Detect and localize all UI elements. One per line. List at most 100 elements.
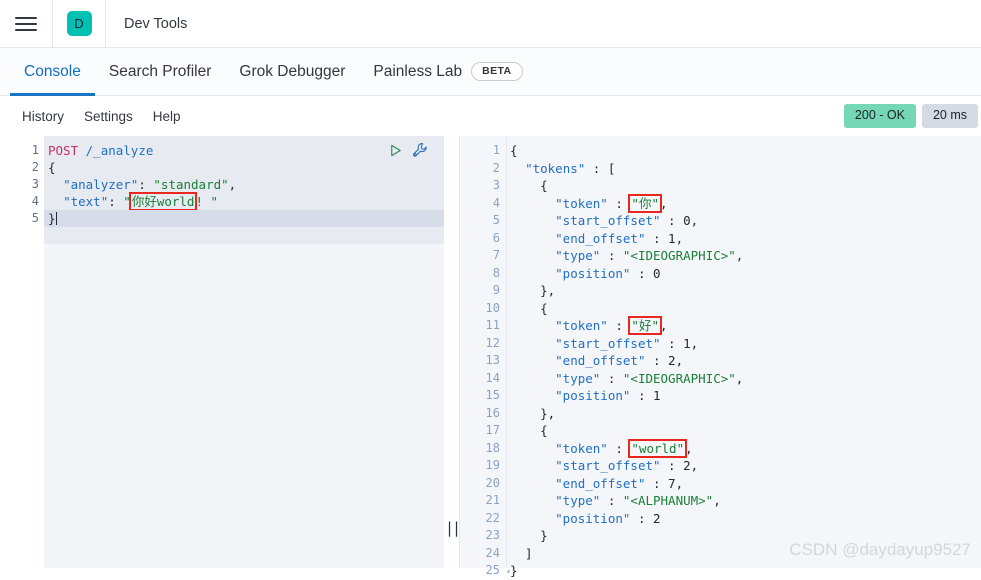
text-key: "text" xyxy=(63,194,109,209)
json-key: "type" xyxy=(555,493,601,508)
page-title: Dev Tools xyxy=(124,15,188,32)
tab-grok-debugger-label: Grok Debugger xyxy=(239,62,346,80)
response-line-number-text: 18 xyxy=(485,440,500,455)
response-line-number-text: 3 xyxy=(492,178,500,192)
response-code-line[interactable]: { xyxy=(506,300,981,318)
app-header: D Dev Tools xyxy=(0,0,981,48)
response-code-line[interactable]: { xyxy=(506,422,981,440)
response-line-number: 18 xyxy=(460,440,506,458)
analyzer-key: "analyzer" xyxy=(63,177,139,192)
response-line-number: 1▾ xyxy=(460,142,511,160)
response-line-number: 22 xyxy=(460,510,506,528)
response-code-line[interactable]: { xyxy=(506,177,981,195)
request-code-line[interactable]: POST /_analyze xyxy=(44,142,444,159)
tab-search-profiler[interactable]: Search Profiler xyxy=(95,48,226,95)
request-code-line-active[interactable]: } xyxy=(44,210,444,227)
response-line-number: 9▴ xyxy=(460,282,511,300)
request-code-area[interactable]: POST /_analyze { "analyzer": "standard",… xyxy=(44,136,444,568)
response-code-line[interactable]: "token" : "你", xyxy=(506,193,981,213)
response-line-number-text: 14 xyxy=(485,370,500,385)
response-code-area[interactable]: { "tokens" : [ { "token" : "你", "start_o… xyxy=(506,136,981,578)
response-code-line[interactable]: "start_offset" : 1, xyxy=(506,335,981,353)
json-string-value: "<IDEOGRAPHIC>" xyxy=(622,370,736,386)
response-line-number: 16▴ xyxy=(460,405,511,423)
response-code-line[interactable]: } xyxy=(506,562,981,580)
response-line-number: 7 xyxy=(460,247,506,265)
response-line-number-text: 1 xyxy=(492,143,500,157)
history-button[interactable]: History xyxy=(12,109,74,124)
response-line-number-text: 25 xyxy=(485,563,500,577)
app-logo: D xyxy=(66,11,92,36)
json-number-value: 1 xyxy=(683,335,691,351)
response-code-line[interactable]: } xyxy=(506,527,981,545)
response-line-number-text: 21 xyxy=(485,493,500,507)
response-code-line[interactable]: ] xyxy=(506,545,981,563)
response-code-line[interactable]: "type" : "<IDEOGRAPHIC>", xyxy=(506,370,981,388)
brace-open: { xyxy=(48,160,56,175)
tab-grok-debugger[interactable]: Grok Debugger xyxy=(225,48,359,95)
splitter-grip[interactable]: || xyxy=(445,519,461,537)
json-string-value: "<ALPHANUM>" xyxy=(622,493,714,508)
json-number-value: 0 xyxy=(653,265,661,281)
response-code-line[interactable]: }, xyxy=(506,282,981,300)
response-code-line[interactable]: "type" : "<IDEOGRAPHIC>", xyxy=(506,247,981,265)
response-line-number: 24▴ xyxy=(460,545,511,563)
response-code-line[interactable]: "end_offset" : 1, xyxy=(506,230,981,248)
request-line-number: 5▴ xyxy=(0,210,50,227)
response-code-line[interactable]: "end_offset" : 2, xyxy=(506,352,981,370)
response-left-border xyxy=(506,136,507,568)
response-line-number: 14 xyxy=(460,370,506,388)
response-code-line[interactable]: "start_offset" : 0, xyxy=(506,212,981,230)
response-line-number-text: 15 xyxy=(485,388,500,402)
annotated-text-highlight: 你好world xyxy=(128,192,198,211)
request-editor[interactable]: 1 2▾ 3 4 5▴ POST xyxy=(0,136,444,568)
response-line-number-text: 12 xyxy=(485,335,500,350)
response-code-line[interactable]: "start_offset" : 2, xyxy=(506,457,981,475)
response-gutter: 1▾2▾3▾456789▴10▾111213141516▴17▾18192021… xyxy=(460,136,511,577)
response-code-line[interactable]: "token" : "world", xyxy=(506,438,981,458)
text-remainder: ! xyxy=(195,194,211,209)
response-line-number-text: 8 xyxy=(492,265,500,280)
response-code-line[interactable]: "position" : 0 xyxy=(506,265,981,283)
response-code-line[interactable]: "type" : "<ALPHANUM>", xyxy=(506,492,981,510)
response-code-line[interactable]: "position" : 1 xyxy=(506,387,981,405)
response-code-line[interactable]: "position" : 2 xyxy=(506,510,981,528)
json-number-value: 2 xyxy=(653,510,661,526)
request-line-number: 4 xyxy=(0,193,44,210)
response-code-line[interactable]: "tokens" : [ xyxy=(506,160,981,178)
response-line-number-text: 6 xyxy=(492,230,500,245)
response-viewer[interactable]: 1▾2▾3▾456789▴10▾111213141516▴17▾18192021… xyxy=(460,136,981,578)
response-line-number-text: 5 xyxy=(492,213,500,227)
response-code-line[interactable]: }, xyxy=(506,405,981,423)
response-line-number-text: 16 xyxy=(485,405,500,420)
response-line-number: 2▾ xyxy=(460,160,511,178)
json-number-value: 7 xyxy=(668,475,676,491)
brace-close: } xyxy=(48,211,56,226)
json-key: "end_offset" xyxy=(555,475,646,491)
tab-console[interactable]: Console xyxy=(10,48,95,96)
response-code-line[interactable]: "end_offset" : 7, xyxy=(506,475,981,493)
json-key: "position" xyxy=(555,388,631,403)
request-code-line[interactable]: { xyxy=(44,159,444,176)
annotated-token-highlight: "好" xyxy=(628,316,662,335)
hamburger-menu-button[interactable] xyxy=(0,0,52,47)
response-line-number-text: 2 xyxy=(492,160,500,175)
json-number-value: 2 xyxy=(668,353,676,368)
response-line-number-text: 19 xyxy=(485,458,500,472)
request-code-line[interactable]: "text": "你好world! " xyxy=(44,192,444,211)
json-key: "token" xyxy=(555,318,608,333)
response-code-line[interactable]: "token" : "好", xyxy=(506,316,981,335)
response-line-number: 6 xyxy=(460,230,506,248)
response-code-line[interactable]: { xyxy=(506,142,981,160)
settings-button[interactable]: Settings xyxy=(74,109,143,124)
request-empty-area[interactable] xyxy=(44,244,444,568)
text-quote-close: " xyxy=(210,194,219,209)
response-line-number: 21 xyxy=(460,492,506,510)
panel-splitter[interactable]: || xyxy=(444,136,461,568)
request-code-line[interactable]: "analyzer": "standard", xyxy=(44,176,444,193)
tab-painless-lab[interactable]: Painless Lab BETA xyxy=(359,48,536,95)
app-logo-wrapper[interactable]: D xyxy=(53,0,105,47)
help-button[interactable]: Help xyxy=(143,109,191,124)
json-key: "token" xyxy=(555,440,608,456)
console-actions-bar: History Settings Help 200 - OK 20 ms xyxy=(0,96,981,136)
